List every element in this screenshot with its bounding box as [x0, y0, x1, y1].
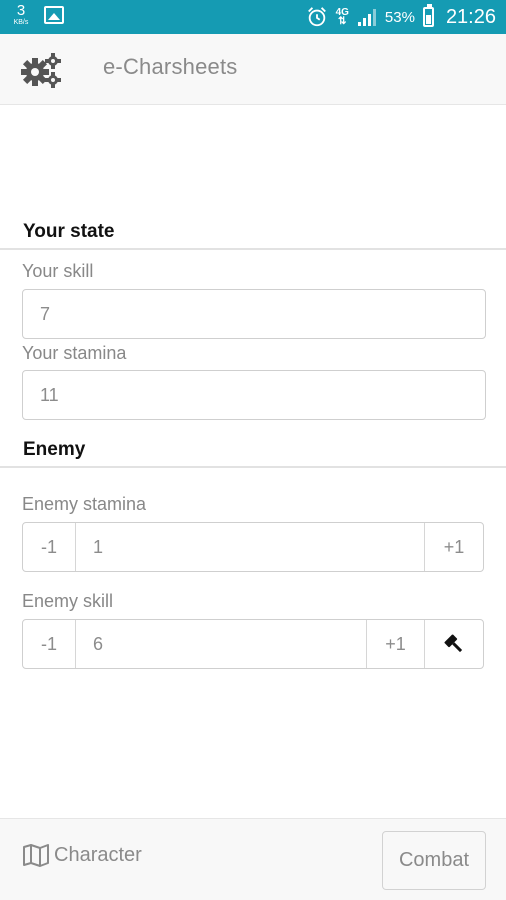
gears-icon[interactable]: [20, 51, 64, 89]
enemy-skill-increment-button[interactable]: +1: [367, 620, 425, 668]
character-link[interactable]: Character: [22, 843, 142, 867]
enemy-stamina-increment-button[interactable]: +1: [425, 523, 483, 571]
network-speed: 3 KB/s: [8, 3, 34, 26]
enemy-skill-input[interactable]: 6: [76, 620, 367, 668]
enemy-skill-label: Enemy skill: [22, 591, 114, 611]
app-header: e-Charsheets: [0, 34, 506, 105]
network-speed-value: 3: [16, 2, 26, 19]
signal-icon: [357, 9, 376, 26]
enemy-stamina-input[interactable]: 1: [76, 523, 425, 571]
your-skill-label: Your skill: [22, 261, 94, 281]
combat-button[interactable]: Combat: [382, 831, 486, 890]
map-icon: [23, 844, 49, 867]
enemy-stamina-label: Enemy stamina: [22, 494, 147, 514]
enemy-heading: Enemy: [23, 439, 86, 460]
network-speed-unit: KB/s: [13, 19, 29, 26]
data-arrows-icon: ⇅: [338, 16, 347, 27]
character-link-label: Character: [54, 843, 142, 866]
clock: 21:26: [445, 5, 496, 28]
battery-icon: [422, 4, 434, 27]
hammer-icon: [444, 634, 463, 653]
gallery-icon: [44, 6, 64, 24]
enemy-stamina-decrement-button[interactable]: -1: [23, 523, 76, 571]
enemy-skill-stepper: -1 6 +1: [22, 619, 484, 669]
your-stamina-input[interactable]: 11: [22, 370, 486, 420]
app-title: e-Charsheets: [103, 54, 238, 79]
your-skill-input[interactable]: 7: [22, 289, 486, 339]
your-stamina-label: Your stamina: [22, 343, 127, 363]
battery-percent: 53%: [384, 8, 415, 26]
status-bar: 3 KB/s 4G ⇅ 53% 21:26: [0, 0, 506, 34]
enemy-divider: [0, 466, 506, 468]
your-state-divider: [0, 248, 506, 250]
attack-button[interactable]: [425, 620, 483, 668]
network-type: 4G ⇅: [336, 8, 349, 27]
enemy-skill-decrement-button[interactable]: -1: [23, 620, 76, 668]
bottom-nav: Character Combat: [0, 818, 506, 900]
alarm-icon: [307, 7, 326, 27]
enemy-stamina-stepper: -1 1 +1: [22, 522, 484, 572]
your-state-heading: Your state: [23, 221, 115, 242]
